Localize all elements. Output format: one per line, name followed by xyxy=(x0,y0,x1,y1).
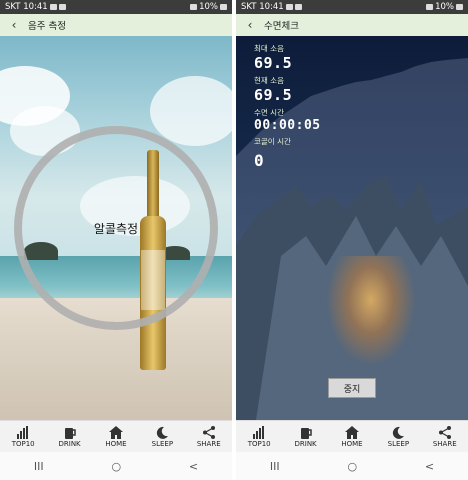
beach-background: 알콜측정 xyxy=(0,36,232,420)
tab-label: SLEEP xyxy=(387,439,410,448)
status-bar: SKT 10:41 10% xyxy=(0,0,232,14)
status-time: SKT 10:41 xyxy=(241,2,284,12)
tab-share[interactable]: SHARE xyxy=(187,425,231,448)
signal-icon xyxy=(426,4,434,10)
back-arrow-icon[interactable]: ‹ xyxy=(0,18,28,32)
snore-time-label: 코골이 시간 xyxy=(254,137,291,146)
bottom-tab-bar: TOP10 DRINK HOME SLEEP SHARE xyxy=(0,420,232,452)
back-arrow-icon[interactable]: ‹ xyxy=(236,18,264,32)
notification-icon xyxy=(294,4,302,10)
sleep-time-value: 00:00:05 xyxy=(254,118,321,133)
battery-level: 10% xyxy=(435,2,454,12)
tab-label: SHARE xyxy=(432,439,457,448)
notification-icon xyxy=(58,4,66,10)
max-noise-value: 69.5 xyxy=(254,54,293,72)
tab-label: DRINK xyxy=(58,439,81,448)
stop-button[interactable]: 중지 xyxy=(328,378,376,398)
tab-label: SHARE xyxy=(196,439,221,448)
battery-icon xyxy=(456,4,463,10)
alcohol-measure-label: 알콜측정 xyxy=(93,221,139,236)
page-title: 수면체크 xyxy=(264,21,299,32)
bottom-tab-bar: TOP10 DRINK HOME SLEEP SHARE xyxy=(236,420,468,452)
night-background: 최대 소음 69.5 현재 소음 69.5 수면 시간 00:00:05 코골이… xyxy=(236,36,468,420)
sleep-stats: 최대 소음 69.5 현재 소음 69.5 수면 시간 00:00:05 코골이… xyxy=(254,40,321,170)
tab-sleep[interactable]: SLEEP xyxy=(376,426,420,448)
recents-button[interactable]: III xyxy=(270,460,280,473)
tab-home[interactable]: HOME xyxy=(330,425,374,448)
tab-label: DRINK xyxy=(294,439,317,448)
screen-alcohol-measure: SKT 10:41 10% ‹ 음주 측정 알콜측정 TOP10 DRINK H… xyxy=(0,0,232,480)
beer-mug-icon xyxy=(64,427,76,439)
tab-label: TOP10 xyxy=(247,439,271,448)
page-title: 음주 측정 xyxy=(28,21,66,32)
share-icon xyxy=(202,425,215,439)
system-nav-bar: III ○ < xyxy=(0,452,232,480)
tab-label: SLEEP xyxy=(151,439,174,448)
moon-icon xyxy=(393,426,405,439)
tab-top10[interactable]: TOP10 xyxy=(237,425,281,448)
home-button[interactable]: ○ xyxy=(111,460,121,473)
cloud xyxy=(150,76,232,146)
back-button[interactable]: < xyxy=(425,460,434,473)
notification-icon xyxy=(49,4,57,10)
tab-label: HOME xyxy=(105,439,127,448)
signal-icon xyxy=(190,4,198,10)
status-bar: SKT 10:41 10% xyxy=(236,0,468,14)
snore-time-value: 0 xyxy=(254,151,265,170)
tab-label: HOME xyxy=(341,439,363,448)
tab-drink[interactable]: DRINK xyxy=(284,426,328,448)
home-icon xyxy=(108,425,123,439)
sleep-time-label: 수면 시간 xyxy=(254,108,284,117)
tab-home[interactable]: HOME xyxy=(94,425,138,448)
city-lights xyxy=(326,256,416,366)
screen-sleep-check: SKT 10:41 10% ‹ 수면체크 최대 소음 69.5 현재 소음 69… xyxy=(236,0,468,480)
app-bar: ‹ 수면체크 xyxy=(236,14,468,36)
app-bar: ‹ 음주 측정 xyxy=(0,14,232,36)
back-button[interactable]: < xyxy=(189,460,198,473)
max-noise-label: 최대 소음 xyxy=(254,44,284,53)
home-icon xyxy=(344,425,359,439)
tab-label: TOP10 xyxy=(11,439,35,448)
recents-button[interactable]: III xyxy=(34,460,44,473)
current-noise-value: 69.5 xyxy=(254,86,293,104)
status-time: SKT 10:41 xyxy=(5,2,48,12)
system-nav-bar: III ○ < xyxy=(236,452,468,480)
tab-top10[interactable]: TOP10 xyxy=(1,425,45,448)
home-button[interactable]: ○ xyxy=(347,460,357,473)
alcohol-measure-button[interactable]: 알콜측정 xyxy=(14,126,218,330)
battery-icon xyxy=(220,4,227,10)
battery-level: 10% xyxy=(199,2,218,12)
bar-chart-icon xyxy=(17,425,29,439)
moon-icon xyxy=(157,426,169,439)
tab-drink[interactable]: DRINK xyxy=(48,426,92,448)
tab-sleep[interactable]: SLEEP xyxy=(140,426,184,448)
tab-share[interactable]: SHARE xyxy=(423,425,467,448)
notification-icon xyxy=(285,4,293,10)
current-noise-label: 현재 소음 xyxy=(254,76,284,85)
bar-chart-icon xyxy=(253,425,265,439)
share-icon xyxy=(438,425,451,439)
beer-mug-icon xyxy=(300,427,312,439)
